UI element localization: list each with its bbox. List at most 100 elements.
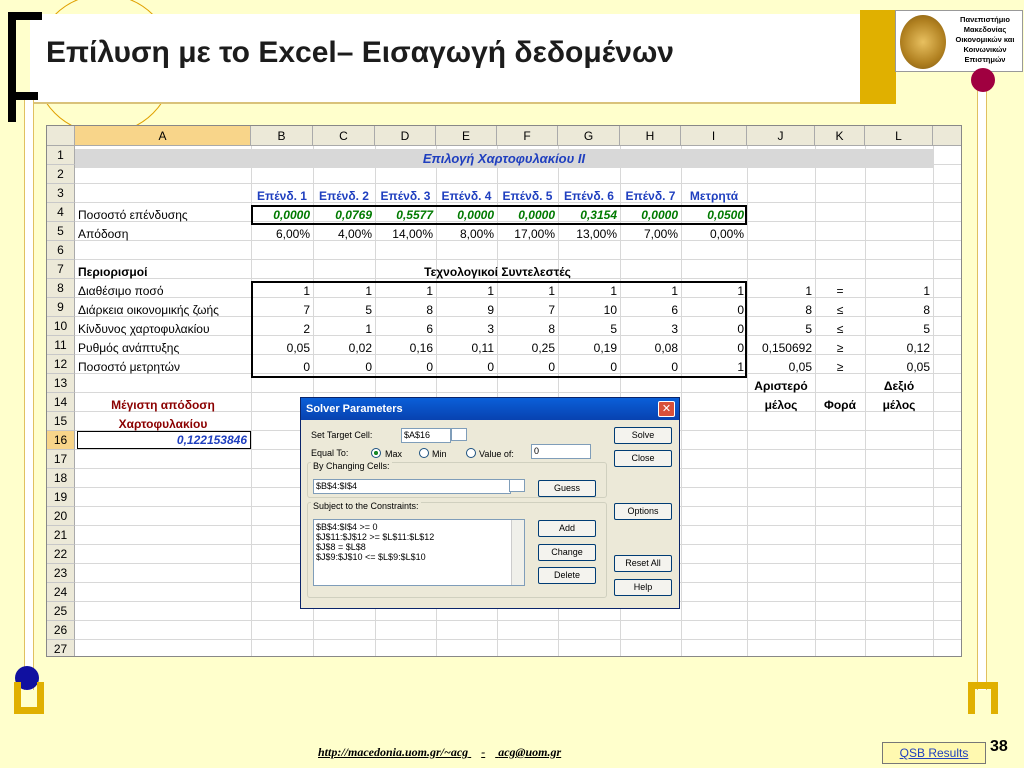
row-header[interactable]: 8 — [47, 279, 75, 298]
constraint-label[interactable]: Ποσοστό μετρητών — [78, 358, 250, 377]
sign-cell[interactable]: = — [815, 282, 865, 301]
delete-button[interactable]: Delete — [538, 567, 596, 584]
column-header-h[interactable]: H — [620, 126, 681, 146]
constraint-label[interactable]: Διαθέσιμο ποσό — [78, 282, 250, 301]
coefficient-cell[interactable]: 1 — [558, 282, 620, 301]
target-cell-input[interactable]: $A$16 — [401, 428, 451, 443]
constraint-label[interactable]: Ρυθμός ανάπτυξης — [78, 339, 250, 358]
return-value[interactable]: 4,00% — [313, 225, 375, 244]
change-button[interactable]: Change — [538, 544, 596, 561]
column-header-c[interactable]: C — [313, 126, 375, 146]
header-cell[interactable]: Επένδ. 1 — [251, 187, 313, 206]
objective-cell[interactable]: 0,122153846 — [77, 431, 251, 449]
column-header-k[interactable]: K — [815, 126, 865, 146]
row-header[interactable]: 26 — [47, 621, 75, 640]
value-of-input[interactable]: 0 — [531, 444, 591, 459]
lhs-cell[interactable]: 0,150692 — [747, 339, 815, 358]
header-cell[interactable]: Επένδ. 3 — [375, 187, 436, 206]
email-link[interactable]: acg@uom.gr — [498, 745, 561, 759]
column-header-l[interactable]: L — [865, 126, 933, 146]
row-header[interactable]: 12 — [47, 355, 75, 374]
column-header-b[interactable]: B — [251, 126, 313, 146]
sign-cell[interactable]: ≤ — [815, 301, 865, 320]
row-label[interactable]: Απόδοση — [78, 225, 250, 244]
decision-value[interactable]: 0,0000 — [620, 206, 681, 225]
coefficient-cell[interactable]: 0 — [436, 358, 497, 377]
coefficient-cell[interactable]: 0,11 — [436, 339, 497, 358]
guess-button[interactable]: Guess — [538, 480, 596, 497]
decision-value[interactable]: 0,3154 — [558, 206, 620, 225]
header-cell[interactable]: Μετρητά — [681, 187, 747, 206]
objective-label[interactable]: Μέγιστη απόδοση — [75, 396, 251, 415]
lhs-heading[interactable]: Αριστερό — [747, 377, 815, 396]
header-cell[interactable]: Επένδ. 2 — [313, 187, 375, 206]
close-icon[interactable]: ✕ — [658, 401, 675, 417]
coefficient-cell[interactable]: 3 — [620, 320, 681, 339]
rhs-cell[interactable]: 5 — [865, 320, 933, 339]
qsb-results-button[interactable]: QSB Results — [882, 742, 986, 764]
rhs-heading[interactable]: Δεξιό — [865, 377, 933, 396]
coefficient-cell[interactable]: 0,16 — [375, 339, 436, 358]
row-header[interactable]: 21 — [47, 526, 75, 545]
coefficient-cell[interactable]: 0,02 — [313, 339, 375, 358]
sign-cell[interactable]: ≥ — [815, 339, 865, 358]
coefficient-cell[interactable]: 7 — [251, 301, 313, 320]
help-button[interactable]: Help — [614, 579, 672, 596]
coefficient-cell[interactable]: 1 — [620, 282, 681, 301]
decision-value[interactable]: 0,0500 — [681, 206, 747, 225]
coefficient-cell[interactable]: 10 — [558, 301, 620, 320]
coefficients-heading[interactable]: Τεχνολογικοί Συντελεστές — [375, 263, 620, 282]
coefficient-cell[interactable]: 8 — [375, 301, 436, 320]
column-header-i[interactable]: I — [681, 126, 747, 146]
constraint-item[interactable]: $B$4:$I$4 >= 0 — [316, 522, 524, 532]
coefficient-cell[interactable]: 6 — [375, 320, 436, 339]
decision-value[interactable]: 0,0000 — [497, 206, 558, 225]
sign-heading[interactable]: Φορά — [815, 396, 865, 415]
row-header[interactable]: 7 — [47, 260, 75, 279]
lhs-cell[interactable]: 8 — [747, 301, 815, 320]
coefficient-cell[interactable]: 0 — [313, 358, 375, 377]
coefficient-cell[interactable]: 5 — [313, 301, 375, 320]
coefficient-cell[interactable]: 1 — [436, 282, 497, 301]
column-header-e[interactable]: E — [436, 126, 497, 146]
lhs-cell[interactable]: 5 — [747, 320, 815, 339]
row-header[interactable]: 22 — [47, 545, 75, 564]
coefficient-cell[interactable]: 1 — [251, 282, 313, 301]
reset-all-button[interactable]: Reset All — [614, 555, 672, 572]
rhs-heading-2[interactable]: μέλος — [865, 396, 933, 415]
row-header[interactable]: 10 — [47, 317, 75, 336]
coefficient-cell[interactable]: 1 — [313, 282, 375, 301]
decision-value[interactable]: 0,0769 — [313, 206, 375, 225]
min-radio[interactable] — [419, 448, 429, 458]
row-header[interactable]: 9 — [47, 298, 75, 317]
add-button[interactable]: Add — [538, 520, 596, 537]
rhs-cell[interactable]: 1 — [865, 282, 933, 301]
sign-cell[interactable]: ≥ — [815, 358, 865, 377]
row-header[interactable]: 13 — [47, 374, 75, 393]
coefficient-cell[interactable]: 1 — [497, 282, 558, 301]
close-button[interactable]: Close — [614, 450, 672, 467]
coefficient-cell[interactable]: 7 — [497, 301, 558, 320]
return-value[interactable]: 17,00% — [497, 225, 558, 244]
rhs-cell[interactable]: 0,12 — [865, 339, 933, 358]
value-of-radio[interactable] — [466, 448, 476, 458]
coefficient-cell[interactable]: 0 — [681, 339, 747, 358]
row-header[interactable]: 24 — [47, 583, 75, 602]
row-header[interactable]: 1 — [47, 146, 75, 165]
lhs-cell[interactable]: 1 — [747, 282, 815, 301]
lhs-cell[interactable]: 0,05 — [747, 358, 815, 377]
row-header[interactable]: 20 — [47, 507, 75, 526]
row-header[interactable]: 16 — [47, 431, 75, 450]
scrollbar[interactable] — [511, 520, 524, 585]
coefficient-cell[interactable]: 0 — [497, 358, 558, 377]
row-header[interactable]: 14 — [47, 393, 75, 412]
header-cell[interactable]: Επένδ. 4 — [436, 187, 497, 206]
constraint-label[interactable]: Διάρκεια οικονομικής ζωής — [78, 301, 250, 320]
coefficient-cell[interactable]: 1 — [313, 320, 375, 339]
column-header-a[interactable]: A — [75, 126, 251, 146]
return-value[interactable]: 13,00% — [558, 225, 620, 244]
column-header-j[interactable]: J — [747, 126, 815, 146]
row-header[interactable]: 18 — [47, 469, 75, 488]
constraint-item[interactable]: $J$8 = $L$8 — [316, 542, 524, 552]
column-header-f[interactable]: F — [497, 126, 558, 146]
